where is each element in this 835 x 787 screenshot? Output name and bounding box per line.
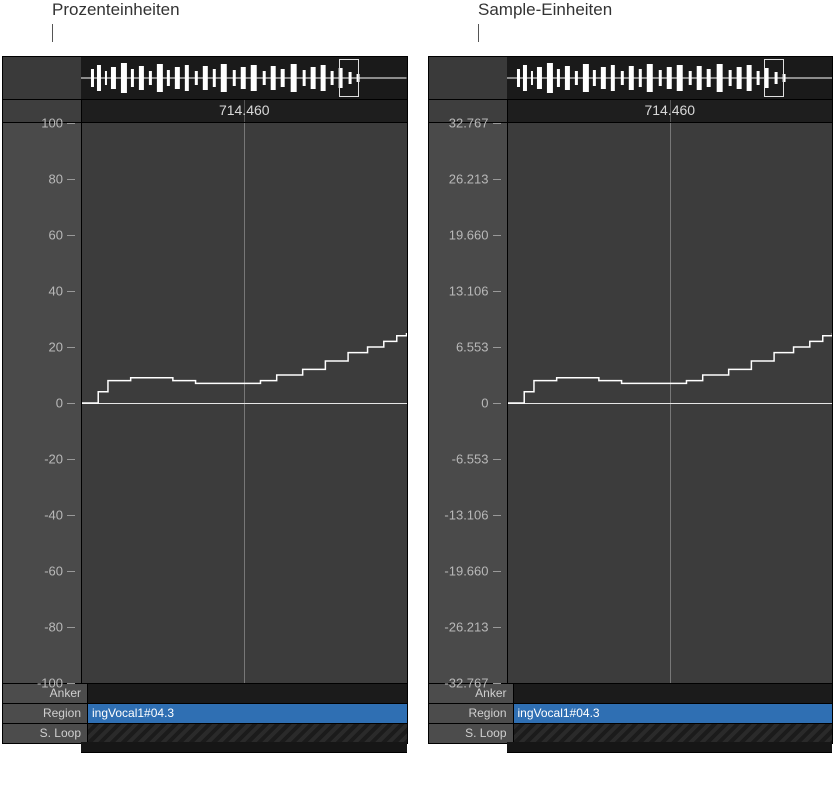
amplitude-scale-sample: 32.76726.21319.66013.1066.5530-6.553-13.…	[429, 123, 508, 683]
waveform-plot[interactable]	[508, 123, 833, 683]
overview-gutter	[429, 57, 507, 99]
row-anker: Anker	[429, 683, 833, 703]
callout-percent-label: Prozenteinheiten	[52, 0, 180, 24]
scale-label: -13.106	[444, 508, 488, 523]
scale-label: 40	[49, 284, 63, 299]
row-value-region[interactable]: ingVocal1#04.3	[514, 704, 833, 723]
overview-view-rectangle[interactable]	[764, 59, 784, 97]
row-region: Region ingVocal1#04.3	[429, 703, 833, 723]
scale-tick	[67, 683, 75, 684]
waveform-main[interactable]: 32.76726.21319.66013.1066.5530-6.553-13.…	[429, 123, 833, 683]
audio-editor-percent: 714.460 100 80 60 40 20 0 -20 -40 -60 -80 -100 Ank…	[2, 56, 408, 744]
callout-line	[52, 24, 53, 42]
scale-tick	[493, 515, 501, 516]
waveform-path	[82, 123, 407, 683]
scale-label: 13.106	[449, 284, 489, 299]
scale-tick	[67, 235, 75, 236]
ruler-position: 714.460	[644, 102, 695, 118]
scale-label: 6.553	[456, 340, 489, 355]
scale-tick	[67, 291, 75, 292]
panel-pair: 714.460 100 80 60 40 20 0 -20 -40 -60 -80 -100 Ank…	[0, 56, 835, 744]
scale-label: -80	[44, 620, 63, 635]
scale-tick	[67, 347, 75, 348]
audio-editor-sample: 714.460 32.767 26.213 19.660 13.106 6.553 0 -6…	[428, 56, 834, 744]
scale-tick	[493, 683, 501, 684]
scale-label: -6.553	[452, 452, 489, 467]
row-label-region: Region	[429, 704, 514, 723]
row-value-anker[interactable]	[88, 684, 407, 703]
scale-label: -19.660	[444, 564, 488, 579]
callout-row: Prozenteinheiten Sample-Einheiten	[0, 0, 835, 56]
scale-tick	[67, 459, 75, 460]
scale-tick	[493, 347, 501, 348]
scale-label: 0	[56, 396, 63, 411]
scale-label: 19.660	[449, 228, 489, 243]
ruler-position: 714.460	[219, 102, 270, 118]
overview-gutter	[3, 57, 81, 99]
row-region: Region ingVocal1#04.3	[3, 703, 407, 723]
scale-tick	[493, 627, 501, 628]
callout-line	[478, 24, 479, 42]
footer-rows: Anker Region ingVocal1#04.3 S. Loop	[3, 683, 407, 743]
scale-label: 20	[49, 340, 63, 355]
scale-tick	[493, 291, 501, 292]
scale-tick	[67, 515, 75, 516]
scale-tick	[493, 571, 501, 572]
scale-tick	[67, 403, 75, 404]
scale-tick	[67, 179, 75, 180]
scale-label: 32.767	[449, 116, 489, 131]
footer-rows: Anker Region ingVocal1#04.3 S. Loop	[429, 683, 833, 743]
scale-tick	[493, 179, 501, 180]
scale-label: -32.767	[444, 676, 488, 691]
row-sloop: S. Loop	[3, 723, 407, 743]
row-anker: Anker	[3, 683, 407, 703]
scale-tick	[493, 459, 501, 460]
scale-label: 80	[49, 172, 63, 187]
scale-tick	[493, 403, 501, 404]
row-label-region: Region	[3, 704, 88, 723]
time-ruler[interactable]: 714.460	[3, 100, 407, 123]
row-value-sloop[interactable]	[514, 724, 833, 743]
scale-label: -20	[44, 452, 63, 467]
ruler-sub	[507, 742, 833, 753]
waveform-plot[interactable]	[82, 123, 407, 683]
row-value-sloop[interactable]	[88, 724, 407, 743]
scale-label: 0	[481, 396, 488, 411]
row-label-sloop: S. Loop	[3, 724, 88, 743]
time-ruler[interactable]: 714.460	[429, 100, 833, 123]
ruler-sub	[81, 742, 407, 753]
waveform-path	[508, 123, 833, 683]
scale-tick	[67, 123, 75, 124]
row-label-sloop: S. Loop	[429, 724, 514, 743]
scale-label: 26.213	[449, 172, 489, 187]
waveform-main[interactable]: 100806040200-20-40-60-80-100	[3, 123, 407, 683]
scale-label: 60	[49, 228, 63, 243]
scale-tick	[67, 571, 75, 572]
row-sloop: S. Loop	[429, 723, 833, 743]
scale-label: -40	[44, 508, 63, 523]
row-value-region[interactable]: ingVocal1#04.3	[88, 704, 407, 723]
scale-label: -26.213	[444, 620, 488, 635]
scale-tick	[493, 235, 501, 236]
callout-sample-label: Sample-Einheiten	[478, 0, 612, 24]
scale-tick	[67, 627, 75, 628]
scale-label: 100	[41, 116, 63, 131]
overview-view-rectangle[interactable]	[339, 59, 359, 97]
scale-tick	[493, 123, 501, 124]
amplitude-scale-percent: 100806040200-20-40-60-80-100	[3, 123, 82, 683]
scale-label: -100	[37, 676, 63, 691]
row-value-anker[interactable]	[514, 684, 833, 703]
overview-strip[interactable]	[429, 57, 833, 100]
scale-label: -60	[44, 564, 63, 579]
overview-strip[interactable]	[3, 57, 407, 100]
